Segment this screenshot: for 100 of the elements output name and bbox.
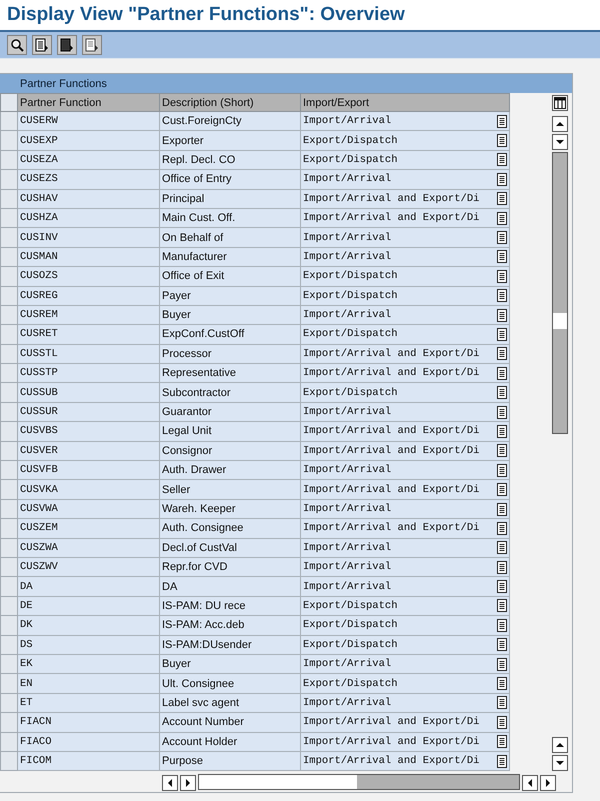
column-settings-icon[interactable] [552, 95, 568, 111]
scroll-left-icon[interactable] [522, 775, 538, 792]
list-icon[interactable] [497, 386, 507, 400]
table-cell: Repr.for CVD [160, 558, 301, 578]
dropdown-field[interactable]: Import/Arrival [301, 654, 510, 674]
dropdown-field[interactable]: Import/Arrival and Export/Di [301, 190, 510, 209]
dropdown-field[interactable]: Import/Arrival [301, 112, 510, 132]
dropdown-field[interactable]: Export/Dispatch [301, 596, 510, 616]
dropdown-field[interactable]: Import/Arrival [301, 577, 510, 597]
panel-title: Partner Functions [0, 74, 572, 93]
list-icon[interactable] [497, 483, 507, 496]
select-all-cell[interactable] [0, 93, 18, 112]
dropdown-field[interactable]: Import/Arrival and Export/Di [301, 208, 510, 228]
list-icon[interactable] [497, 347, 507, 360]
list-icon[interactable] [497, 172, 507, 186]
scrollbar-thumb[interactable] [553, 313, 567, 329]
dropdown-field[interactable]: Export/Dispatch [301, 674, 510, 694]
dropdown-field[interactable]: Export/Dispatch [301, 131, 510, 151]
scroll-up-icon[interactable] [552, 116, 568, 132]
dropdown-field[interactable]: Import/Arrival and Export/Di [301, 422, 510, 442]
dropdown-field[interactable]: Import/Arrival and Export/Di [301, 519, 510, 539]
column-header[interactable]: Description (Short) [160, 93, 301, 112]
table-cell: Buyer [160, 654, 301, 674]
scrollbar-thumb[interactable] [199, 775, 357, 790]
dropdown-field[interactable]: Export/Dispatch [301, 636, 510, 655]
table-cell: Auth. Consignee [160, 519, 301, 539]
list-icon[interactable] [497, 560, 507, 574]
table-cell: Representative [160, 364, 301, 384]
list-icon[interactable] [497, 328, 507, 341]
dropdown-field[interactable]: Import/Arrival [301, 170, 510, 190]
magnifier-icon[interactable] [7, 35, 27, 55]
dropdown-field[interactable]: Import/Arrival and Export/Di [301, 713, 510, 732]
dropdown-field[interactable]: Export/Dispatch [301, 325, 510, 345]
list-icon[interactable] [497, 192, 507, 206]
vertical-scrollbar[interactable] [552, 152, 568, 434]
table-cell: Exporter [160, 131, 301, 151]
list-icon[interactable] [497, 250, 507, 264]
column-header[interactable]: Import/Export [301, 93, 510, 112]
page-down-icon[interactable] [552, 755, 568, 772]
list-icon[interactable] [497, 114, 507, 128]
list-icon[interactable] [497, 134, 507, 148]
list-icon[interactable] [497, 212, 507, 225]
dropdown-field[interactable]: Import/Arrival and Export/Di [301, 732, 510, 752]
list-icon[interactable] [497, 696, 507, 710]
dropdown-field[interactable]: Import/Arrival [301, 228, 510, 248]
dropdown-field[interactable]: Import/Arrival and Export/Di [301, 364, 510, 384]
dropdown-field[interactable]: Import/Arrival [301, 248, 510, 268]
column-header[interactable]: Partner Function [18, 93, 160, 112]
list-icon[interactable] [497, 406, 507, 419]
horizontal-scrollbar[interactable] [198, 774, 520, 790]
list-icon[interactable] [497, 270, 507, 283]
table-cell: Account Holder [160, 732, 301, 752]
page-up-icon[interactable] [552, 737, 568, 754]
list-icon[interactable] [497, 754, 507, 768]
dropdown-field[interactable]: Import/Arrival [301, 461, 510, 480]
dropdown-field[interactable]: Import/Arrival and Export/Di [301, 344, 510, 364]
list-icon[interactable] [497, 308, 507, 322]
dropdown-field[interactable]: Import/Arrival [301, 558, 510, 578]
table-cell: Repl. Decl. CO [160, 150, 301, 170]
list-icon[interactable] [497, 444, 507, 458]
list-icon[interactable] [497, 289, 507, 302]
list-icon[interactable] [497, 424, 507, 438]
list-icon[interactable] [497, 464, 507, 477]
dropdown-field[interactable]: Import/Arrival and Export/Di [301, 752, 510, 772]
scroll-left-icon[interactable] [162, 775, 178, 792]
list-icon[interactable] [497, 658, 507, 671]
dropdown-field[interactable]: Export/Dispatch [301, 286, 510, 306]
list-icon[interactable] [497, 231, 507, 244]
scroll-right-icon[interactable] [180, 775, 196, 792]
list-icon[interactable] [497, 366, 507, 380]
scroll-right-icon[interactable] [540, 775, 556, 792]
dropdown-field[interactable]: Import/Arrival [301, 694, 510, 714]
list-icon[interactable] [497, 638, 507, 652]
dropdown-field[interactable]: Import/Arrival [301, 538, 510, 558]
table-cell: CUSSTP [18, 364, 160, 384]
dropdown-field[interactable]: Export/Dispatch [301, 616, 510, 636]
table-cell: On Behalf of [160, 228, 301, 248]
list-icon[interactable] [497, 599, 507, 612]
scroll-down-icon[interactable] [552, 134, 568, 150]
list-icon[interactable] [497, 618, 507, 632]
list-icon[interactable] [497, 716, 507, 729]
dropdown-field[interactable]: Import/Arrival [301, 402, 510, 422]
list-icon[interactable] [497, 541, 507, 554]
list-icon[interactable] [497, 677, 507, 690]
dropdown-field[interactable]: Export/Dispatch [301, 150, 510, 170]
dropdown-field[interactable]: Export/Dispatch [301, 267, 510, 287]
table-cell: Office of Entry [160, 170, 301, 190]
dropdown-field[interactable]: Export/Dispatch [301, 383, 510, 403]
dropdown-field[interactable]: Import/Arrival and Export/Di [301, 480, 510, 500]
list-icon[interactable] [497, 522, 507, 535]
dropdown-field[interactable]: Import/Arrival and Export/Di [301, 442, 510, 462]
list-icon[interactable] [497, 735, 507, 748]
list-icon[interactable] [497, 580, 507, 594]
list-icon[interactable] [497, 153, 507, 166]
table-cell: CUSZWA [18, 538, 160, 558]
list-icon[interactable] [497, 502, 507, 516]
table-cell: Wareh. Keeper [160, 500, 301, 520]
dropdown-field[interactable]: Import/Arrival [301, 306, 510, 326]
dropdown-field[interactable]: Import/Arrival [301, 500, 510, 520]
table-cell: Consignor [160, 442, 301, 462]
